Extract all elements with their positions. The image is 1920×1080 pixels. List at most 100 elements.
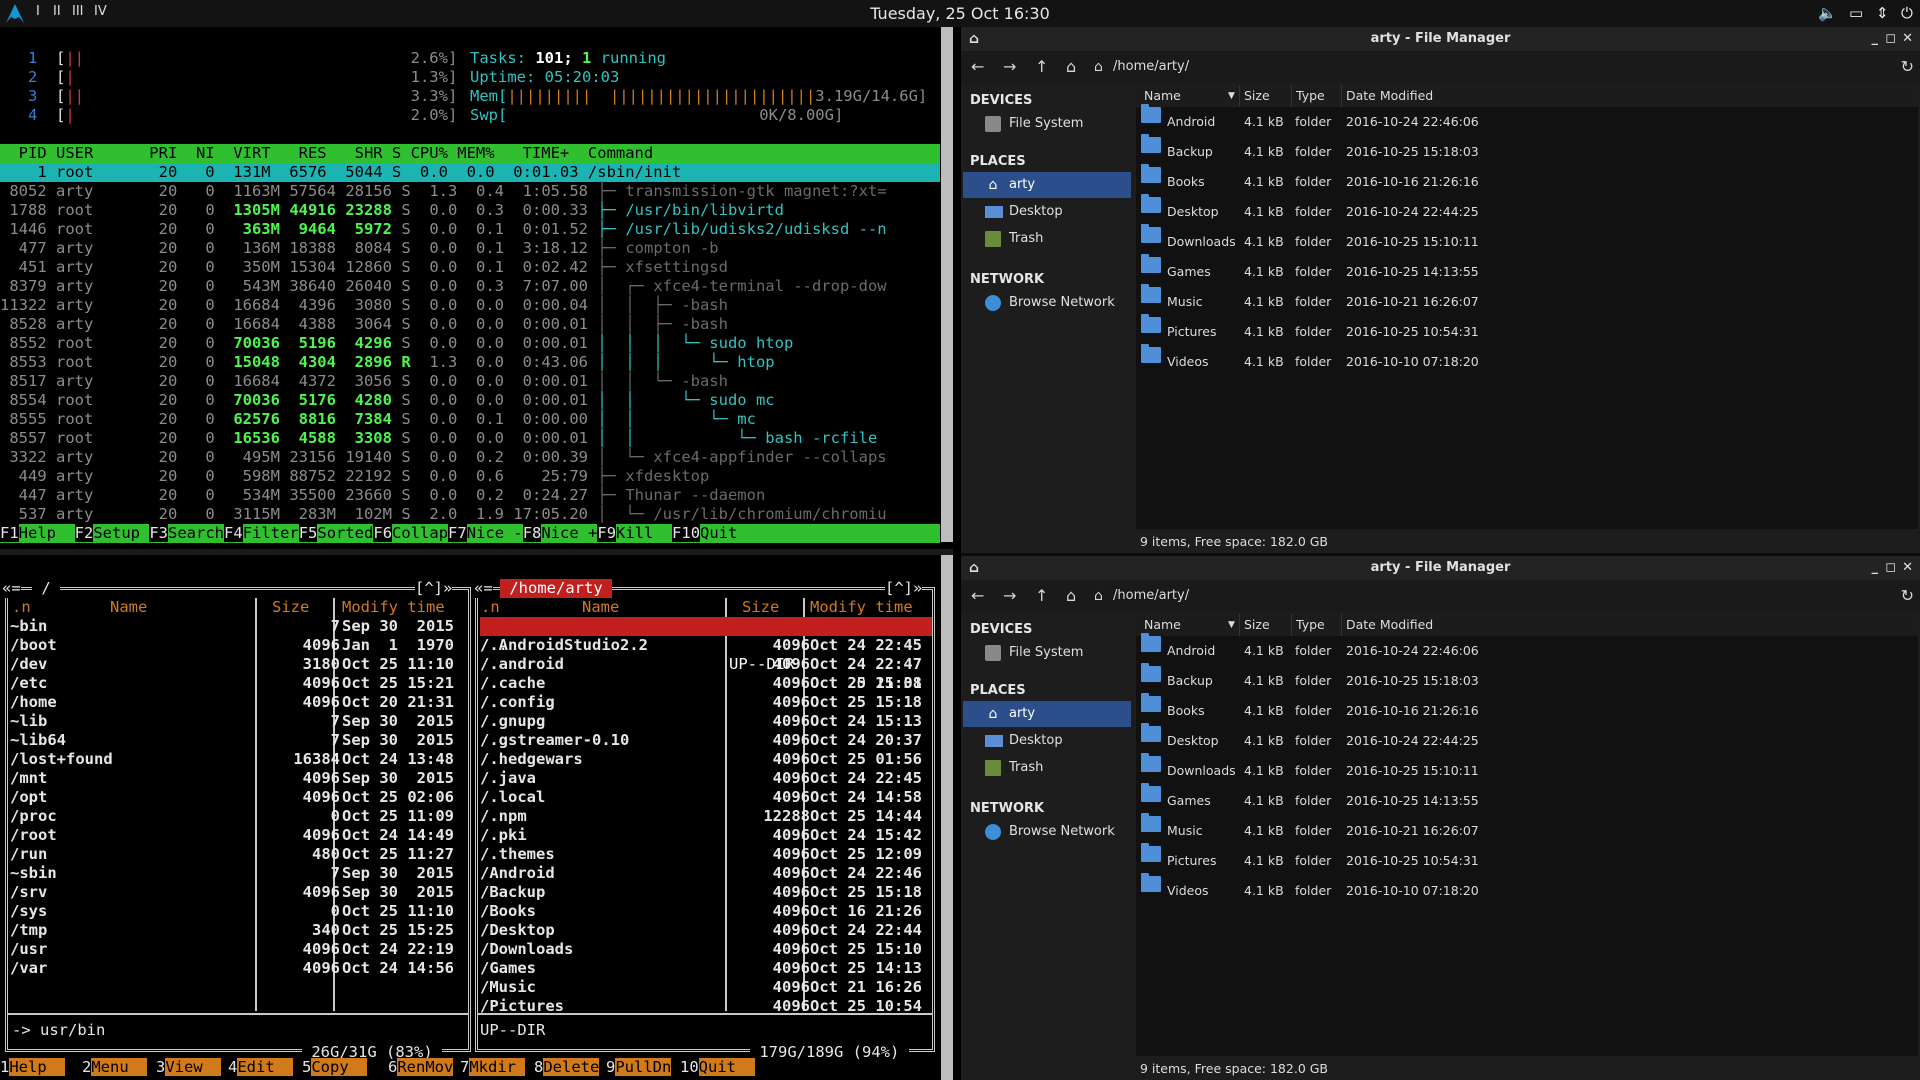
mc-file-row[interactable]: /.gstreamer-0.10 4096 Oct 24 20:37: [480, 731, 930, 750]
forward-arrow-icon[interactable]: →: [1003, 57, 1016, 76]
mc-right-col-mtime[interactable]: Modify time: [810, 598, 913, 617]
column-type[interactable]: Type: [1292, 85, 1342, 107]
sidebar-item-browse-network[interactable]: Browse Network: [963, 290, 1131, 316]
network-icon[interactable]: ⇕: [1876, 4, 1889, 22]
mc-file-row[interactable]: ~lib64 7 Sep 30 2015: [10, 731, 460, 750]
mc-file-row[interactable]: /sys 0 Oct 25 11:10: [10, 902, 460, 921]
mc-file-row[interactable]: /usr 4096 Oct 24 22:19: [10, 940, 460, 959]
mc-file-row[interactable]: ~sbin 7 Sep 30 2015: [10, 864, 460, 883]
mc-file-row[interactable]: /dev 3180 Oct 25 11:10: [10, 655, 460, 674]
mc-file-row[interactable]: /.local 4096 Oct 24 14:58: [480, 788, 930, 807]
htop-process-row[interactable]: 8528 arty 20 0 16684 4388 3064 S 0.0 0.0…: [0, 315, 728, 334]
file-row[interactable]: Books 4.1 kB folder 2016-10-16 21:26:16: [1136, 693, 1918, 726]
sidebar-item-trash[interactable]: Trash: [963, 226, 1131, 252]
htop-column-header[interactable]: PID USER PRI NI VIRT RES SHR S CPU% MEM%…: [0, 144, 940, 163]
mc-file-row[interactable]: /etc 4096 Oct 25 15:21: [10, 674, 460, 693]
file-row[interactable]: Backup 4.1 kB folder 2016-10-25 15:18:03: [1136, 134, 1918, 167]
sidebar-item-browse-network[interactable]: Browse Network: [963, 819, 1131, 845]
file-row[interactable]: Videos 4.1 kB folder 2016-10-10 07:18:20: [1136, 344, 1918, 377]
file-row[interactable]: Downloads 4.1 kB folder 2016-10-25 15:10:11: [1136, 753, 1918, 786]
mc-fkey[interactable]: 3View: [156, 1058, 222, 1077]
mc-file-row[interactable]: /.config 4096 Oct 25 15:18: [480, 693, 930, 712]
sidebar-item-arty[interactable]: ⌂ arty: [963, 172, 1131, 198]
mc-file-row[interactable]: /proc 0 Oct 25 11:09: [10, 807, 460, 826]
clock[interactable]: Tuesday, 25 Oct 16:30: [0, 4, 1920, 23]
mc-file-row[interactable]: /.pki 4096 Oct 24 15:42: [480, 826, 930, 845]
file-row[interactable]: Games 4.1 kB folder 2016-10-25 14:13:55: [1136, 254, 1918, 287]
mc-file-row[interactable]: /Desktop 4096 Oct 24 22:44: [480, 921, 930, 940]
htop-process-row[interactable]: 449 arty 20 0 598M 88752 22192 S 0.0 0.6…: [0, 467, 710, 486]
htop-process-row[interactable]: 3322 arty 20 0 495M 23156 19140 S 0.0 0.…: [0, 448, 886, 467]
file-row[interactable]: Music 4.1 kB folder 2016-10-21 16:26:07: [1136, 284, 1918, 317]
mc-right-selected-row[interactable]: /.. UP--DIR Oct 20 21:31: [480, 617, 932, 692]
mc-right-col-size[interactable]: Size: [742, 598, 779, 617]
mc-file-row[interactable]: /.hedgewars 4096 Oct 25 01:56: [480, 750, 930, 769]
htop-function-keys[interactable]: F1Help F2Setup F3SearchF4FilterF5SortedF…: [0, 524, 940, 543]
window-titlebar[interactable]: ⌂ arty - File Manager _ ◻ ✕: [961, 27, 1920, 51]
power-icon[interactable]: ⏻: [1901, 4, 1913, 22]
mc-left-col-size[interactable]: Size: [272, 598, 309, 617]
mc-file-row[interactable]: /Downloads 4096 Oct 25 15:10: [480, 940, 930, 959]
htop-process-row[interactable]: 8553 root 20 0 15048 4304 2896 R 1.3 0.0…: [0, 353, 774, 372]
refresh-icon[interactable]: ↻: [1901, 57, 1914, 76]
file-list[interactable]: Name ▼ Size Type Date Modified Android 4.1…: [1136, 614, 1918, 1056]
mc-file-row[interactable]: /var 4096 Oct 24 14:56: [10, 959, 460, 978]
mc-right-col-name[interactable]: Name: [582, 598, 619, 617]
mc-left-path[interactable]: /: [32, 579, 60, 598]
close-icon[interactable]: ✕: [1902, 556, 1913, 580]
mc-file-row[interactable]: /.gnupg 4096 Oct 24 15:13: [480, 712, 930, 731]
mc-file-row[interactable]: /home 4096 Oct 20 21:31: [10, 693, 460, 712]
mc-file-row[interactable]: /.java 4096 Oct 24 22:45: [480, 769, 930, 788]
mc-fkey[interactable]: 1Help: [0, 1058, 66, 1077]
mc-fkey[interactable]: 7Mkdir: [460, 1058, 526, 1077]
column-size[interactable]: Size: [1240, 614, 1292, 636]
home-icon[interactable]: ⌂: [969, 27, 979, 51]
volume-icon[interactable]: 🔈: [1818, 4, 1837, 22]
mc-scrollbar[interactable]: [941, 555, 953, 1080]
file-row[interactable]: Pictures 4.1 kB folder 2016-10-25 10:54:31: [1136, 843, 1918, 876]
column-date-modified[interactable]: Date Modified: [1342, 85, 1902, 107]
maximize-icon[interactable]: ◻: [1885, 556, 1896, 580]
mc-fkey[interactable]: 6RenMov: [388, 1058, 454, 1077]
mc-fkey[interactable]: 2Menu: [82, 1058, 148, 1077]
file-row[interactable]: Desktop 4.1 kB folder 2016-10-24 22:44:25: [1136, 194, 1918, 227]
mc-fkey[interactable]: 5Copy: [302, 1058, 368, 1077]
sort-down-icon[interactable]: ▼: [1224, 85, 1235, 107]
file-row[interactable]: Downloads 4.1 kB folder 2016-10-25 15:10:11: [1136, 224, 1918, 257]
file-row[interactable]: Android 4.1 kB folder 2016-10-24 22:46:06: [1136, 104, 1918, 137]
mc-fkey[interactable]: 10Quit: [680, 1058, 755, 1077]
mc-left-nav[interactable]: [^]»: [415, 579, 453, 598]
mc-left-col-name[interactable]: Name: [110, 598, 147, 617]
mc-right-nav[interactable]: [^]»: [885, 579, 923, 598]
minimize-icon[interactable]: _: [1872, 27, 1879, 51]
location-path[interactable]: /home/arty/: [1113, 588, 1189, 603]
htop-scrollbar[interactable]: [941, 27, 953, 542]
htop-process-row[interactable]: 11322 arty 20 0 16684 4396 3080 S 0.0 0.…: [0, 296, 728, 315]
htop-process-row[interactable]: 8552 root 20 0 70036 5196 4296 S 0.0 0.0…: [0, 334, 793, 353]
column-size[interactable]: Size: [1240, 85, 1292, 107]
file-row[interactable]: Games 4.1 kB folder 2016-10-25 14:13:55: [1136, 783, 1918, 816]
back-arrow-icon[interactable]: ←: [971, 586, 984, 605]
file-row[interactable]: Music 4.1 kB folder 2016-10-21 16:26:07: [1136, 813, 1918, 846]
forward-arrow-icon[interactable]: →: [1003, 586, 1016, 605]
column-name[interactable]: Name ▼: [1136, 85, 1240, 107]
mc-file-row[interactable]: /Books 4096 Oct 16 21:26: [480, 902, 930, 921]
sidebar-item-file-system[interactable]: File System: [963, 640, 1131, 666]
mc-right-path[interactable]: /home/arty: [500, 579, 612, 598]
sidebar-item-desktop[interactable]: Desktop: [963, 199, 1131, 225]
home-icon[interactable]: ⌂: [969, 556, 979, 580]
file-row[interactable]: Backup 4.1 kB folder 2016-10-25 15:18:03: [1136, 663, 1918, 696]
mc-right-sort-indicator[interactable]: .n: [481, 598, 500, 617]
htop-process-row[interactable]: 8517 arty 20 0 16684 4372 3056 S 0.0 0.0…: [0, 372, 728, 391]
up-arrow-icon[interactable]: ↑: [1035, 57, 1048, 76]
mc-file-row[interactable]: ~bin 7 Sep 30 2015: [10, 617, 460, 636]
htop-process-row[interactable]: 8555 root 20 0 62576 8816 7384 S 0.0 0.1…: [0, 410, 756, 429]
file-row[interactable]: Desktop 4.1 kB folder 2016-10-24 22:44:25: [1136, 723, 1918, 756]
mc-file-row[interactable]: /Android 4096 Oct 24 22:46: [480, 864, 930, 883]
mc-file-row[interactable]: /boot 4096 Jan 1 1970: [10, 636, 460, 655]
close-icon[interactable]: ✕: [1902, 27, 1913, 51]
htop-process-row[interactable]: 447 arty 20 0 534M 35500 23660 S 0.0 0.2…: [0, 486, 766, 505]
htop-process-row[interactable]: 1446 root 20 0 363M 9464 5972 S 0.0 0.1 …: [0, 220, 886, 239]
file-list[interactable]: Name ▼ Size Type Date Modified Android 4.1…: [1136, 85, 1918, 529]
mc-file-row[interactable]: /.themes 4096 Oct 25 12:09: [480, 845, 930, 864]
